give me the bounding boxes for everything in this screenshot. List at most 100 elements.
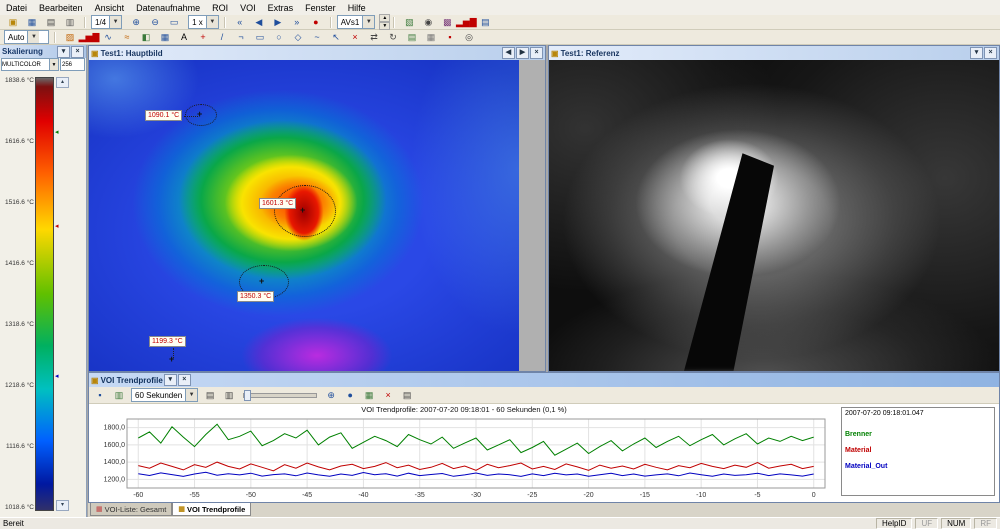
menu-item[interactable]: Datenaufnahme — [130, 2, 206, 14]
menu-item[interactable]: Extras — [262, 2, 300, 14]
avs-combo[interactable]: AVs1 ▼ — [337, 15, 376, 29]
scale-up-icon[interactable]: ▴ — [56, 77, 69, 88]
zoom-fraction-combo[interactable]: 1/4 ▼ — [91, 15, 122, 29]
play-icon[interactable]: ▶ — [269, 15, 287, 30]
info-icon[interactable]: ● — [341, 388, 359, 403]
close-icon[interactable]: × — [530, 47, 543, 59]
scale-marker-red-icon[interactable]: ◂ — [55, 223, 59, 230]
pin-icon[interactable]: ▪ — [91, 388, 109, 403]
open-icon[interactable]: ▣ — [4, 15, 22, 30]
menu-item[interactable]: Hilfe — [342, 2, 372, 14]
menu-item[interactable]: ROI — [206, 2, 234, 14]
temperature-annotation[interactable]: 1601.3 °C — [259, 198, 296, 209]
reference-image[interactable] — [549, 60, 999, 371]
record-icon[interactable]: ● — [307, 15, 325, 30]
menu-item[interactable]: VOI — [234, 2, 262, 14]
split-view-icon[interactable]: ▥ — [110, 388, 128, 403]
ellipse-icon[interactable]: ○ — [270, 30, 288, 45]
Brenner[interactable]: Brenner — [845, 431, 991, 438]
reference-window-caption[interactable]: ▣ Test1: Referenz ▾ × — [549, 46, 999, 60]
chart-icon[interactable]: ▂▅▇ — [80, 30, 98, 45]
close-icon[interactable]: × — [71, 46, 84, 58]
move-icon[interactable]: ⇄ — [365, 30, 383, 45]
step-forward-icon[interactable]: » — [288, 15, 306, 30]
palette-combo[interactable]: MULTICOLOR ▼ — [1, 58, 59, 71]
Material_Out[interactable]: Material_Out — [845, 463, 991, 470]
scale-down-icon[interactable]: ▾ — [56, 500, 69, 511]
scale-marker-green-icon[interactable]: ◂ — [55, 129, 59, 136]
panel-menu-icon[interactable]: ▾ — [57, 46, 70, 58]
next-image-icon[interactable]: ▶ — [516, 47, 529, 59]
snapshot-icon[interactable]: ◉ — [419, 15, 437, 30]
auto-scale-combo[interactable]: Auto ▼ — [4, 30, 49, 44]
main-window-caption[interactable]: ▣ Test1: Hauptbild ◀ ▶ × — [89, 46, 545, 60]
temperature-annotation[interactable]: 1350.3 °C — [237, 291, 274, 302]
chevron-down-icon[interactable]: ▼ — [109, 16, 121, 28]
text-icon[interactable]: A — [175, 30, 193, 45]
marker-icon[interactable]: ▪ — [441, 30, 459, 45]
close-icon[interactable]: × — [984, 47, 997, 59]
chevron-down-icon[interactable]: ▼ — [49, 59, 58, 70]
trend-panel-caption[interactable]: ▣ VOI Trendprofile ▾ × — [89, 373, 999, 387]
copy-icon[interactable]: ▥ — [61, 15, 79, 30]
chevron-down-icon[interactable]: ▼ — [206, 16, 218, 28]
temperature-annotation[interactable]: 1090.1 °C — [145, 110, 182, 121]
layers-icon[interactable]: ▤ — [403, 30, 421, 45]
menu-item[interactable]: Bearbeiten — [33, 2, 89, 14]
copy-icon[interactable]: ▥ — [220, 388, 238, 403]
save-icon[interactable]: ▦ — [23, 15, 41, 30]
panel-menu-icon[interactable]: ▾ — [970, 47, 983, 59]
zoom-factor-combo[interactable]: 1 x ▼ — [188, 15, 219, 29]
chevron-down-icon[interactable]: ▼ — [27, 31, 39, 43]
time-slider[interactable] — [243, 393, 317, 398]
interval-combo[interactable]: 60 Sekunden ▼ — [131, 388, 198, 402]
chevron-down-icon[interactable]: ▼ — [185, 389, 197, 401]
export-icon[interactable]: ▤ — [201, 388, 219, 403]
rectangle-icon[interactable]: ▭ — [251, 30, 269, 45]
histogram-icon[interactable]: ▂▅▇ — [457, 15, 475, 30]
print-icon[interactable]: ▤ — [42, 15, 60, 30]
panel-menu-icon[interactable]: ▾ — [164, 374, 177, 386]
point-icon[interactable]: + — [194, 30, 212, 45]
polyline-icon[interactable]: ¬ — [232, 30, 250, 45]
profile-icon[interactable]: ∿ — [99, 30, 117, 45]
delete-icon[interactable]: × — [379, 388, 397, 403]
trend-chart[interactable]: -60-55-50-45-40-35-30-25-20-15-10-501800… — [91, 416, 831, 502]
avs-spinner[interactable]: ▲▼ — [379, 14, 390, 30]
levels-combo[interactable]: 256 — [60, 58, 85, 71]
thermal-image[interactable]: + 1090.1 °C + 1601.3 °C + 1350.3 °C + 11… — [89, 60, 519, 371]
zoom-out-icon[interactable]: ⊖ — [146, 15, 164, 30]
prev-image-icon[interactable]: ◀ — [502, 47, 515, 59]
camera-icon[interactable]: ▧ — [400, 15, 418, 30]
arrow-icon[interactable]: ↖ — [327, 30, 345, 45]
freehand-icon[interactable]: ~ — [308, 30, 326, 45]
rotate-icon[interactable]: ↻ — [384, 30, 402, 45]
table-icon[interactable]: ▦ — [156, 30, 174, 45]
chevron-down-icon[interactable]: ▼ — [362, 16, 374, 28]
zoom-in-icon[interactable]: ⊕ — [127, 15, 145, 30]
polygon-icon[interactable]: ◇ — [289, 30, 307, 45]
Material[interactable]: Material — [845, 447, 991, 454]
surface-3d-icon[interactable]: ◧ — [137, 30, 155, 45]
menu-item[interactable]: Datei — [0, 2, 33, 14]
delete-roi-icon[interactable]: × — [346, 30, 364, 45]
zoom-icon[interactable]: ⊕ — [322, 388, 340, 403]
slider-thumb[interactable] — [244, 390, 251, 401]
settings-icon[interactable]: ◎ — [460, 30, 478, 45]
step-back-icon[interactable]: ◀ — [250, 15, 268, 30]
table-icon[interactable]: ▦ — [360, 388, 378, 403]
color-scale-bar[interactable] — [35, 77, 54, 511]
menu-item[interactable]: Ansicht — [89, 2, 131, 14]
report-icon[interactable]: ▤ — [476, 15, 494, 30]
line-icon[interactable]: / — [213, 30, 231, 45]
goto-start-icon[interactable]: « — [231, 15, 249, 30]
scale-marker-blue-icon[interactable]: ◂ — [55, 373, 59, 380]
grid-icon[interactable]: ▦ — [422, 30, 440, 45]
menu-item[interactable]: Fenster — [299, 2, 342, 14]
isotherm-icon[interactable]: ≈ — [118, 30, 136, 45]
movie-icon[interactable]: ▩ — [438, 15, 456, 30]
tab-voi-trendprofile[interactable]: ▦ VOI Trendprofile — [172, 503, 251, 516]
palette-icon[interactable]: ▨ — [61, 30, 79, 45]
close-icon[interactable]: × — [178, 374, 191, 386]
tab-voi-liste[interactable]: ▦ VOI-Liste: Gesamt — [90, 503, 172, 516]
